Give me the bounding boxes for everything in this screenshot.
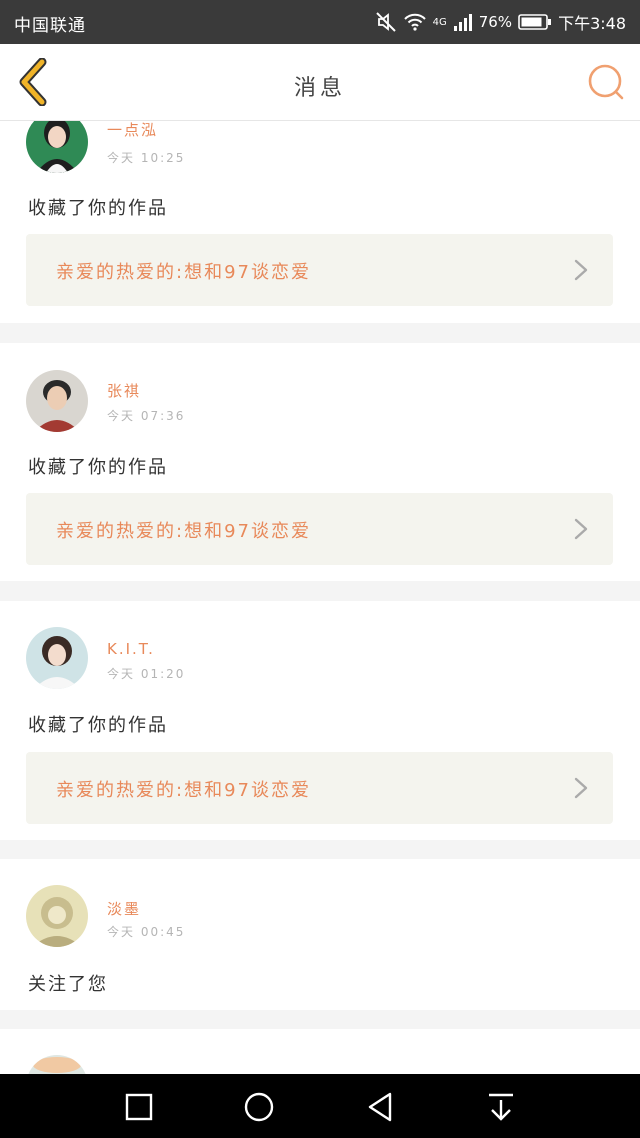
battery-percent: 76%: [478, 13, 513, 31]
triangle-back-icon[interactable]: [364, 1090, 398, 1124]
message-card[interactable]: 淡墨 今天 00:45 关注了您: [0, 859, 640, 1010]
message-card[interactable]: 张祺 今天 07:36 收藏了你的作品 亲爱的热爱的:想和97谈恋爱: [0, 343, 640, 581]
pull-down-icon[interactable]: [484, 1090, 518, 1124]
avatar[interactable]: [26, 627, 88, 689]
search-icon: [588, 64, 624, 100]
square-icon[interactable]: [122, 1090, 156, 1124]
message-action: 收藏了你的作品: [28, 715, 168, 736]
work-link[interactable]: 亲爱的热爱的:想和97谈恋爱: [26, 234, 613, 306]
avatar[interactable]: [26, 1055, 88, 1074]
message-time: 今天 01:20: [107, 667, 186, 681]
work-title: 亲爱的热爱的:想和97谈恋爱: [56, 521, 311, 542]
sender-name[interactable]: K.I.T.: [107, 640, 155, 658]
sender-name[interactable]: 一点泓: [107, 121, 158, 140]
message-card[interactable]: 一点泓 今天 10:25 收藏了你的作品 亲爱的热爱的:想和97谈恋爱: [0, 121, 640, 323]
message-action: 收藏了你的作品: [28, 457, 168, 478]
status-indicators: 4G 76% 下午3:48: [375, 10, 626, 34]
signal-icon: [453, 12, 473, 32]
chevron-right-icon: [574, 259, 588, 281]
sender-name[interactable]: 张祺: [107, 380, 141, 401]
work-title: 亲爱的热爱的:想和97谈恋爱: [56, 262, 311, 283]
message-action: 收藏了你的作品: [28, 198, 168, 219]
search-button[interactable]: [586, 62, 626, 102]
avatar[interactable]: [26, 121, 88, 173]
avatar[interactable]: [26, 885, 88, 947]
message-card[interactable]: K.I.T. 今天 01:20 收藏了你的作品 亲爱的热爱的:想和97谈恋爱: [0, 601, 640, 840]
avatar[interactable]: [26, 370, 88, 432]
work-title: 亲爱的热爱的:想和97谈恋爱: [56, 780, 311, 801]
carrier-label: 中国联通: [14, 16, 86, 36]
message-action: 关注了您: [28, 974, 108, 995]
clock: 下午3:48: [558, 14, 626, 33]
chevron-right-icon: [574, 518, 588, 540]
battery-icon: [518, 13, 552, 31]
sender-name[interactable]: 淡墨: [107, 898, 141, 919]
message-list[interactable]: 一点泓 今天 10:25 收藏了你的作品 亲爱的热爱的:想和97谈恋爱 张祺 今…: [0, 121, 640, 1074]
page-title: 消息: [293, 76, 346, 101]
status-bar: 中国联通 4G 76% 下午3:48: [0, 0, 640, 44]
system-nav-bar: [0, 1074, 640, 1138]
wifi-icon: [403, 12, 427, 32]
message-time: 今天 00:45: [107, 925, 186, 939]
app-header: 消息: [0, 44, 640, 121]
work-link[interactable]: 亲爱的热爱的:想和97谈恋爱: [26, 752, 613, 824]
work-link[interactable]: 亲爱的热爱的:想和97谈恋爱: [26, 493, 613, 565]
chevron-right-icon: [574, 777, 588, 799]
message-time: 今天 10:25: [107, 151, 186, 165]
message-card[interactable]: [0, 1029, 640, 1074]
network-type-label: 4G: [432, 16, 447, 28]
message-time: 今天 07:36: [107, 409, 186, 423]
mute-icon: [375, 11, 397, 33]
circle-icon[interactable]: [242, 1090, 276, 1124]
